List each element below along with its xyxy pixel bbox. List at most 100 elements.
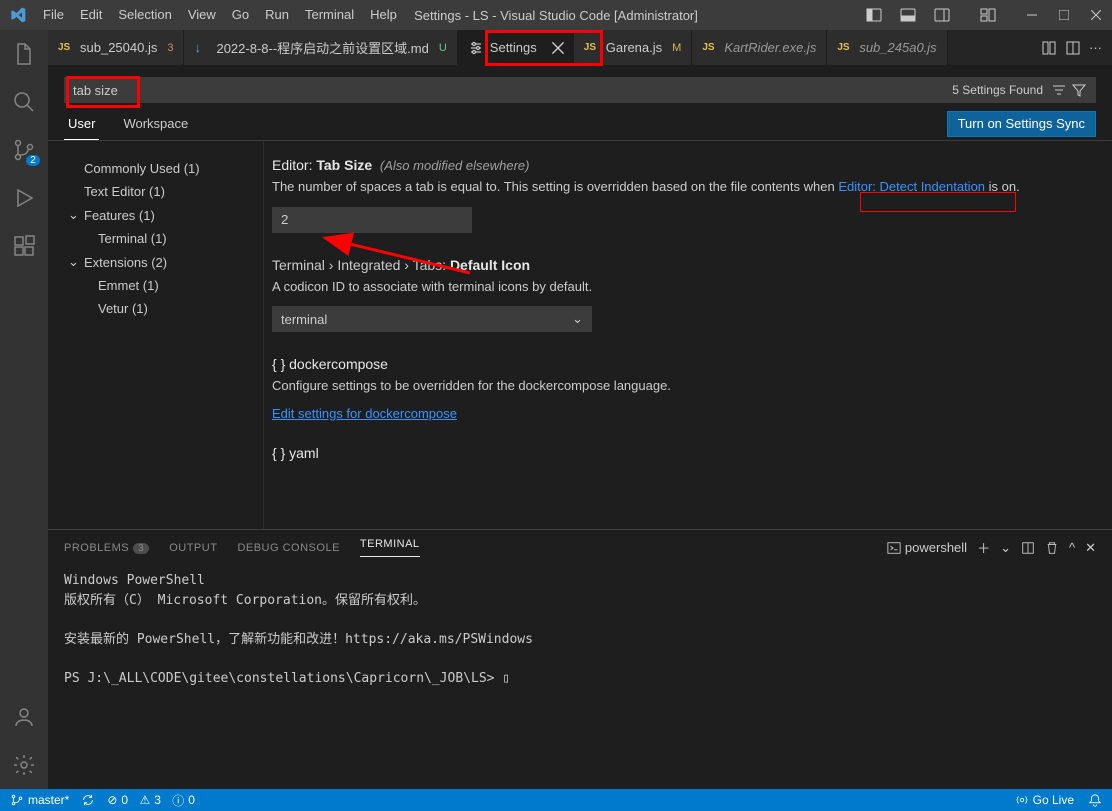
tab-label: sub_245a0.js xyxy=(859,40,936,55)
close-tab-icon[interactable] xyxy=(551,41,565,55)
menu-help[interactable]: Help xyxy=(362,0,405,30)
problems-badge: 3 xyxy=(133,543,149,554)
dirty-indicator: U xyxy=(439,42,447,54)
status-problems[interactable]: ⊘0 ⚠3 ⓘ0 xyxy=(107,792,195,809)
menu-go[interactable]: Go xyxy=(224,0,257,30)
setting-desc-termicon: A codicon ID to associate with terminal … xyxy=(272,277,1088,297)
status-branch[interactable]: master* xyxy=(10,793,69,807)
run-tab-icon[interactable] xyxy=(1041,40,1057,56)
tab-label: Settings xyxy=(490,40,537,55)
vscode-logo-icon xyxy=(0,7,35,23)
terminal-output[interactable]: Windows PowerShell 版权所有（C） Microsoft Cor… xyxy=(48,565,1112,694)
js-icon: JS xyxy=(837,42,853,53)
turn-on-sync-button[interactable]: Turn on Settings Sync xyxy=(947,111,1096,137)
extensions-icon[interactable] xyxy=(0,222,48,270)
toc-common[interactable]: Commonly Used (1) xyxy=(64,157,263,180)
tab-kartrider[interactable]: JS KartRider.exe.js xyxy=(692,30,827,65)
tab-sub245a0[interactable]: JS sub_245a0.js xyxy=(827,30,947,65)
manage-gear-icon[interactable] xyxy=(0,741,48,789)
settings-search-input[interactable] xyxy=(73,83,952,98)
tab-label: 2022-8-8--程序启动之前设置区域.md xyxy=(216,38,428,57)
search-icon[interactable] xyxy=(0,78,48,126)
explorer-icon[interactable] xyxy=(0,30,48,78)
panel: PROBLEMS3 OUTPUT DEBUG CONSOLE TERMINAL … xyxy=(48,529,1112,789)
source-control-icon[interactable]: 2 xyxy=(0,126,48,174)
panel-tab-debug[interactable]: DEBUG CONSOLE xyxy=(237,542,339,554)
terminal-dropdown-icon[interactable]: ⌄ xyxy=(1000,540,1011,556)
split-editor-icon[interactable] xyxy=(1065,40,1081,56)
md-icon: ↓ xyxy=(194,40,210,55)
tab-label: Garena.js xyxy=(606,40,662,55)
termicon-select[interactable]: terminal⌄ xyxy=(272,306,592,332)
editor-tabs: JS sub_25040.js 3 ↓ 2022-8-8--程序启动之前设置区域.md… xyxy=(48,30,1112,65)
setting-desc-docker: Configure settings to be overridden for … xyxy=(272,376,1088,396)
tabsize-input[interactable] xyxy=(272,207,472,233)
menu-bar: File Edit Selection View Go Run Terminal… xyxy=(35,0,405,30)
detect-indentation-link[interactable]: Editor: Detect Indentation xyxy=(838,179,985,194)
menu-terminal[interactable]: Terminal xyxy=(297,0,362,30)
dirty-indicator: M xyxy=(672,42,681,54)
scope-user[interactable]: User xyxy=(64,108,99,140)
clear-search-icon[interactable] xyxy=(1051,82,1067,98)
close-panel-icon[interactable]: ✕ xyxy=(1085,540,1096,556)
tab-md[interactable]: ↓ 2022-8-8--程序启动之前设置区域.md U xyxy=(184,30,457,65)
terminal-shell-icon[interactable]: powershell xyxy=(887,540,967,555)
menu-selection[interactable]: Selection xyxy=(110,0,179,30)
minimize-button[interactable] xyxy=(1016,0,1048,30)
layout-custom-icon[interactable] xyxy=(972,0,1004,30)
toc-terminal[interactable]: Terminal (1) xyxy=(64,227,263,250)
tab-garena[interactable]: JS Garena.js M xyxy=(574,30,693,65)
tab-label: KartRider.exe.js xyxy=(724,40,816,55)
toc-vetur[interactable]: Vetur (1) xyxy=(64,297,263,320)
panel-tab-terminal[interactable]: TERMINAL xyxy=(360,538,420,557)
layout-right-icon[interactable] xyxy=(926,0,958,30)
status-bell[interactable] xyxy=(1088,793,1102,807)
new-terminal-icon[interactable]: ＋ xyxy=(977,538,990,557)
maximize-button[interactable] xyxy=(1048,0,1080,30)
activity-bar: 2 xyxy=(0,30,48,789)
menu-file[interactable]: File xyxy=(35,0,72,30)
js-icon: JS xyxy=(584,42,600,53)
menu-view[interactable]: View xyxy=(180,0,224,30)
scm-badge: 2 xyxy=(26,155,40,166)
menu-edit[interactable]: Edit xyxy=(72,0,110,30)
close-window-button[interactable] xyxy=(1080,0,1112,30)
tab-sub25040[interactable]: JS sub_25040.js 3 xyxy=(48,30,184,65)
status-sync[interactable] xyxy=(81,793,95,807)
account-icon[interactable] xyxy=(0,693,48,741)
filter-icon[interactable] xyxy=(1071,82,1087,98)
search-count: 5 Settings Found xyxy=(952,83,1043,97)
split-terminal-icon[interactable] xyxy=(1021,541,1035,555)
toc-texteditor[interactable]: Text Editor (1) xyxy=(64,180,263,203)
chevron-down-icon: ⌄ xyxy=(68,207,80,223)
tab-label: sub_25040.js xyxy=(80,40,157,55)
toc-emmet[interactable]: Emmet (1) xyxy=(64,274,263,297)
edit-docker-link[interactable]: Edit settings for dockercompose xyxy=(272,406,1088,421)
js-icon: JS xyxy=(702,42,718,53)
tab-settings[interactable]: Settings xyxy=(458,30,574,65)
toc-extensions[interactable]: ⌄Extensions (2) xyxy=(64,250,263,274)
panel-tab-problems[interactable]: PROBLEMS3 xyxy=(64,542,149,554)
toc-features[interactable]: ⌄Features (1) xyxy=(64,203,263,227)
layout-bottom-icon[interactable] xyxy=(892,0,924,30)
settings-icon xyxy=(468,40,484,56)
kill-terminal-icon[interactable] xyxy=(1045,541,1059,555)
dirty-indicator: 3 xyxy=(167,42,173,54)
window-title: Settings - LS - Visual Studio Code [Admi… xyxy=(414,8,698,23)
chevron-down-icon: ⌄ xyxy=(572,311,583,327)
settings-search-box[interactable]: 5 Settings Found xyxy=(64,77,1096,103)
setting-title-yaml: { } yaml xyxy=(272,445,1088,461)
more-actions-icon[interactable]: ··· xyxy=(1089,40,1102,56)
scope-workspace[interactable]: Workspace xyxy=(119,108,192,139)
chevron-down-icon: ⌄ xyxy=(68,254,80,270)
settings-list: Editor: Tab Size (Also modified elsewher… xyxy=(263,141,1112,529)
maximize-panel-icon[interactable]: ^ xyxy=(1069,540,1075,555)
js-icon: JS xyxy=(58,42,74,53)
layout-left-icon[interactable] xyxy=(858,0,890,30)
menu-run[interactable]: Run xyxy=(257,0,297,30)
setting-desc-tabsize: The number of spaces a tab is equal to. … xyxy=(272,177,1088,197)
status-golive[interactable]: Go Live xyxy=(1015,793,1074,807)
panel-tab-output[interactable]: OUTPUT xyxy=(169,542,217,554)
run-debug-icon[interactable] xyxy=(0,174,48,222)
setting-title-termicon: Terminal › Integrated › Tabs: Default Ic… xyxy=(272,257,1088,273)
